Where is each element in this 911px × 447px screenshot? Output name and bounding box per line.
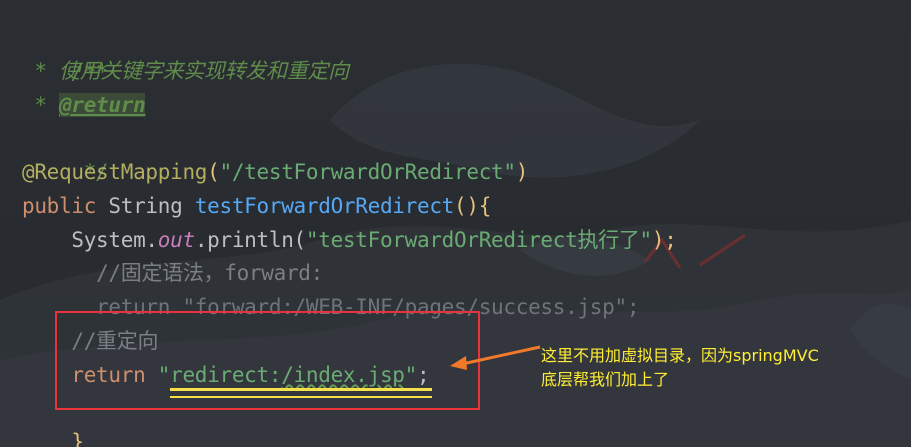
code-line-8: //固定语法，forward: [22,256,323,290]
system-object[interactable]: System. [71,228,158,252]
println-string[interactable]: "testForwardOrRedirect执行了" [306,228,652,252]
open-brace: { [478,194,492,218]
code-screenshot: /** * 使用关键字来实现转发和重定向 * @return */ @Reque… [0,0,911,447]
callout-arrow-icon [450,345,541,370]
code-line-2: * 使用关键字来实现转发和重定向 [22,54,349,88]
close-brace: } [71,430,84,447]
out-field[interactable]: out [158,228,195,252]
callout-text-line-1: 这里不用加虚拟目录，因为springMVC [541,346,819,365]
code-line-3: * @return [22,88,146,122]
return-type: String [96,194,195,218]
highlight-underline [170,388,432,391]
code-line-6: public String testForwardOrRedirect(){ [22,189,491,223]
code-line-1: /** [22,21,108,84]
doc-comment-text: 使用关键字来实现转发和重定向 [59,59,349,83]
method-name[interactable]: testForwardOrRedirect [195,194,455,218]
doc-return-tag[interactable]: @return [59,93,146,117]
paren-open: ( [207,160,220,184]
method-parens: () [454,194,479,218]
code-line-7: System.out.println("testForwardOrRedirec… [22,223,677,257]
annotation-request-mapping[interactable]: @RequestMapping [22,160,207,184]
mapping-path-string[interactable]: "/testForwardOrRedirect" [220,160,517,184]
paren-close: ) [515,160,529,184]
doc-star: * [22,59,60,83]
call-end: ); [651,228,677,252]
code-line-5: @RequestMapping("/testForwardOrRedirect"… [22,155,528,189]
highlight-underline-2 [170,396,432,398]
line-comment-forward: //固定语法，forward: [96,261,323,285]
keyword-public: public [22,194,97,218]
println-call[interactable]: .println( [195,228,306,252]
code-line-4: */ [22,121,109,184]
callout-text-line-2: 底层帮我们加上了 [541,370,670,389]
doc-star: * [22,93,60,117]
